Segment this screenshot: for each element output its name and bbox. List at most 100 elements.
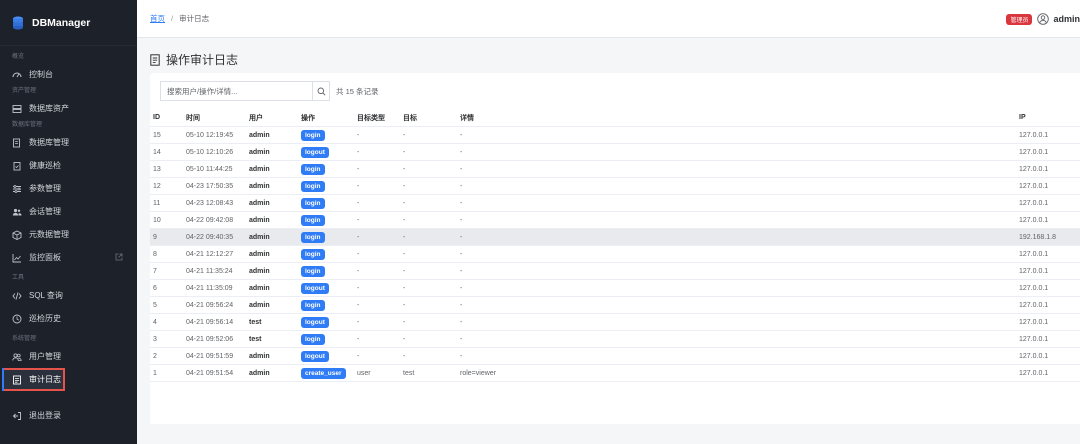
cell-time: 04-22 09:40:35: [186, 233, 234, 241]
operation-tag: login: [301, 180, 325, 192]
table-row[interactable]: 3 04-21 09:52:06 test login - - - 127.0.0.1: [150, 331, 1080, 348]
cell-target-type: -: [357, 182, 360, 190]
sidebar-item-dashboard[interactable]: 控制台: [0, 63, 137, 86]
column-header-ip[interactable]: IP: [1019, 114, 1026, 121]
sidebar-item-params[interactable]: 参数管理: [0, 177, 137, 200]
cell-operation: login: [301, 197, 325, 209]
column-header-operation[interactable]: 操作: [301, 113, 315, 123]
sidebar-item-label: 用户管理: [29, 352, 61, 361]
audit-log-icon: [150, 53, 160, 66]
cell-target-type: -: [357, 165, 360, 173]
table-row[interactable]: 7 04-21 11:35:24 admin login - - - 127.0.0.1: [150, 263, 1080, 280]
cell-detail: role=viewer: [460, 369, 496, 377]
cell-operation: logout: [301, 316, 329, 328]
table-row[interactable]: 9 04-22 09:40:35 admin login - - - 192.168.1.8: [150, 229, 1080, 246]
sidebar-item-db-assets[interactable]: 数据库资产: [0, 97, 137, 120]
table-row[interactable]: 15 05-10 12:19:45 admin login - - - 127.0.0.1: [150, 127, 1080, 144]
cell-ip: 127.0.0.1: [1019, 335, 1049, 343]
cell-detail: -: [460, 165, 463, 173]
logout-label: 退出登录: [29, 411, 61, 420]
cell-target-type: -: [357, 318, 360, 326]
operation-tag: login: [301, 231, 325, 243]
search-button[interactable]: [312, 81, 330, 101]
sidebar-item-monitor[interactable]: 监控面板: [0, 246, 137, 269]
column-header-id[interactable]: ID: [153, 114, 160, 121]
operation-tag: logout: [301, 282, 329, 294]
table-row[interactable]: 6 04-21 11:35:09 admin logout - - - 127.0.0.1: [150, 280, 1080, 297]
cell-target-type: -: [357, 352, 360, 360]
table-row[interactable]: 5 04-21 09:56:24 admin login - - - 127.0.0.1: [150, 297, 1080, 314]
cell-id: 14: [153, 148, 161, 156]
sidebar-item-metadata[interactable]: 元数据管理: [0, 223, 137, 246]
table-row[interactable]: 12 04-23 17:50:35 admin login - - - 127.0.0.1: [150, 178, 1080, 195]
cell-id: 2: [153, 352, 157, 360]
column-header-target[interactable]: 目标: [403, 113, 417, 123]
audit-log-table: ID 时间 用户 操作 目标类型 目标 详情 IP 15 05-10 12:19:…: [150, 109, 1080, 382]
cell-detail: -: [460, 318, 463, 326]
search-input[interactable]: [160, 81, 312, 101]
column-header-time[interactable]: 时间: [186, 113, 200, 123]
cell-detail: -: [460, 284, 463, 292]
cell-detail: -: [460, 267, 463, 275]
brand[interactable]: DBManager: [0, 0, 137, 46]
sidebar-item-audit-log[interactable]: 审计日志: [2, 368, 65, 391]
operation-tag: login: [301, 248, 325, 260]
group-label-tools: 工具: [12, 275, 25, 281]
cell-time: 04-21 09:56:14: [186, 318, 234, 326]
cell-time: 04-21 09:56:24: [186, 301, 234, 309]
code-icon: [12, 291, 22, 300]
sidebar-item-health-check[interactable]: 健康巡检: [0, 154, 137, 177]
sidebar: DBManager 概览 控制台 资产管理 数据库资产 数据库管理 数据库管理 …: [0, 0, 137, 444]
user-menu[interactable]: 管理员 admin: [1006, 13, 1080, 25]
cell-target: -: [403, 284, 406, 292]
column-header-target-type[interactable]: 目标类型: [357, 113, 385, 123]
cell-target-type: -: [357, 148, 360, 156]
sidebar-item-label: 审计日志: [29, 375, 61, 384]
cell-id: 15: [153, 131, 161, 139]
cell-target: -: [403, 199, 406, 207]
operation-tag: login: [301, 163, 325, 175]
breadcrumb-separator: /: [171, 14, 174, 23]
cell-target: -: [403, 216, 406, 224]
sidebar-item-sessions[interactable]: 会话管理: [0, 200, 137, 223]
table-row[interactable]: 2 04-21 09:51:59 admin logout - - - 127.0.0.1: [150, 348, 1080, 365]
cell-detail: -: [460, 250, 463, 258]
cell-user: admin: [249, 267, 270, 275]
chart-icon: [12, 253, 21, 262]
cell-target: -: [403, 267, 406, 275]
cell-id: 5: [153, 301, 157, 309]
operation-tag: login: [301, 299, 325, 311]
operation-tag: login: [301, 197, 325, 209]
cell-target: -: [403, 148, 406, 156]
cell-user: admin: [249, 216, 270, 224]
column-header-user[interactable]: 用户: [249, 113, 263, 123]
cell-target: -: [403, 182, 406, 190]
table-row[interactable]: 13 05-10 11:44:25 admin login - - - 127.0.0.1: [150, 161, 1080, 178]
username: admin: [1053, 14, 1080, 24]
table-row[interactable]: 14 05-10 12:10:26 admin logout - - - 127.0.0.1: [150, 144, 1080, 161]
record-count: 共 15 条记录: [336, 86, 379, 96]
cell-user: admin: [249, 284, 270, 292]
external-link-icon: [115, 253, 123, 261]
cell-time: 04-21 09:51:54: [186, 369, 234, 377]
table-row[interactable]: 11 04-23 12:08:43 admin login - - - 127.0.0.1: [150, 195, 1080, 212]
top-bar: 首页 / 审计日志 管理员 admin: [137, 0, 1080, 38]
cell-user: admin: [249, 352, 270, 360]
table-row[interactable]: 8 04-21 12:12:27 admin login - - - 127.0.0.1: [150, 246, 1080, 263]
table-row[interactable]: 1 04-21 09:51:54 admin create_user user test r…: [150, 365, 1080, 382]
breadcrumb-home-link[interactable]: 首页: [150, 13, 165, 24]
sidebar-item-db-management[interactable]: 数据库管理: [0, 131, 137, 154]
column-header-detail[interactable]: 详情: [460, 113, 474, 123]
sidebar-item-check-history[interactable]: 巡检历史: [0, 307, 137, 330]
cell-ip: 127.0.0.1: [1019, 369, 1049, 377]
sidebar-item-sql-query[interactable]: SQL 查询: [0, 284, 137, 307]
cell-operation: login: [301, 129, 325, 141]
cell-operation: login: [301, 214, 325, 226]
table-row[interactable]: 4 04-21 09:56:14 test logout - - - 127.0.0.1: [150, 314, 1080, 331]
cell-target: test: [403, 369, 415, 377]
table-row[interactable]: 10 04-22 09:42:08 admin login - - - 127.0.0.1: [150, 212, 1080, 229]
cell-target-type: -: [357, 233, 360, 241]
logout-button[interactable]: 退出登录: [0, 404, 137, 427]
sidebar-item-user-management[interactable]: 用户管理: [0, 345, 137, 368]
database-list-icon: [13, 138, 20, 147]
